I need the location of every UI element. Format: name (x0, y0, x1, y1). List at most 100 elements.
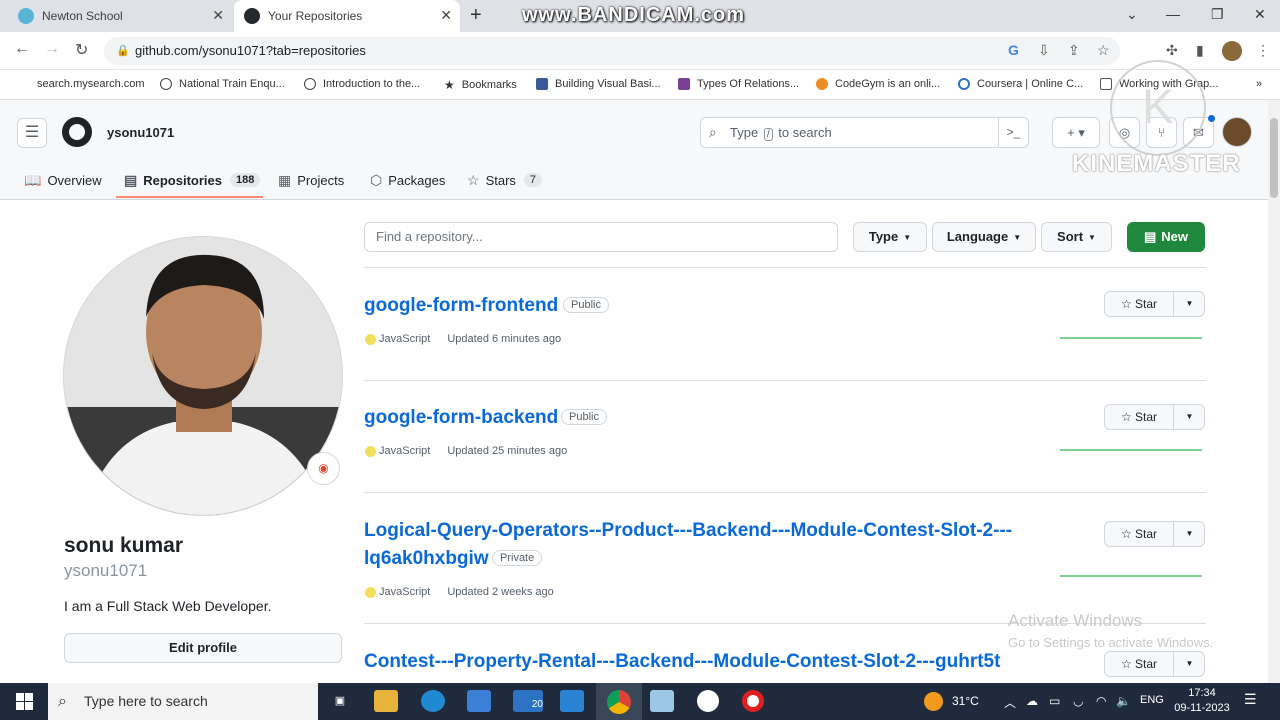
volume-icon[interactable]: 🔈 (1116, 694, 1131, 708)
weather-icon[interactable] (924, 692, 943, 711)
extensions-icon[interactable]: ✣ (1166, 42, 1178, 59)
github-logo-icon[interactable] (62, 117, 92, 147)
minimize-icon[interactable]: — (1166, 6, 1180, 22)
caret-down-icon: ▼ (1088, 232, 1096, 242)
visibility-badge: Public (561, 409, 607, 425)
url-field[interactable]: 🔒 github.com/ysonu1071?tab=repositories (104, 37, 1120, 65)
chrome-menu-icon[interactable]: ⋮ (1256, 42, 1270, 59)
back-icon[interactable]: ← (14, 40, 30, 58)
table-icon: ▦ (278, 171, 292, 188)
battery-icon[interactable]: ▭ (1049, 694, 1060, 708)
tab-newton-school[interactable]: Newton School ✕ (8, 0, 232, 32)
repo-meta: JavaScript Updated 6 minutes ago (365, 333, 561, 345)
close-tab-icon[interactable]: ✕ (212, 7, 224, 24)
google-icon[interactable]: G (1008, 42, 1019, 58)
temperature[interactable]: 31°C (952, 694, 979, 708)
tab-your-repositories[interactable]: Your Repositories ✕ (234, 0, 460, 32)
star-dropdown-icon[interactable]: ▼ (1173, 522, 1205, 546)
file-explorer-icon[interactable] (374, 690, 398, 712)
tab-stars[interactable]: ☆ Stars 7 (467, 160, 543, 200)
star-dropdown-icon[interactable]: ▼ (1173, 652, 1205, 676)
windows-start-icon[interactable] (16, 693, 33, 710)
language-filter-button[interactable]: Language ▼ (932, 222, 1036, 252)
repo-name-link[interactable]: Contest---Property-Rental---Backend---Mo… (364, 651, 1000, 673)
sort-filter-button[interactable]: Sort ▼ (1041, 222, 1112, 252)
visibility-badge: Public (563, 297, 609, 313)
star-button[interactable]: ☆ Star ▼ (1104, 291, 1205, 317)
record-icon[interactable] (742, 690, 764, 712)
bookmark-item[interactable]: Building Visual Basi... (536, 78, 661, 90)
profile-name: sonu kumar (64, 534, 184, 557)
star-button[interactable]: ☆ Star ▼ (1104, 651, 1205, 677)
kinemaster-logo: K (1110, 60, 1206, 156)
edge-icon[interactable] (421, 690, 445, 712)
bookmark-item[interactable]: National Train Enqu... (160, 78, 285, 90)
repo-name-link[interactable]: google-form-frontend (364, 295, 558, 317)
menu-icon[interactable]: ☰ (17, 118, 47, 148)
wifi-icon[interactable]: ◠ (1096, 694, 1106, 708)
notepad-icon[interactable] (650, 690, 674, 712)
bookmark-item[interactable]: ★ Bookmarks (444, 78, 517, 92)
star-dropdown-icon[interactable]: ▼ (1173, 292, 1205, 316)
reload-icon[interactable]: ↻ (75, 40, 88, 60)
repo-name-link-continued[interactable]: lq6ak0hxbgiw (364, 548, 489, 570)
new-repository-button[interactable]: ▤ New (1127, 222, 1205, 252)
onedrive-icon[interactable]: ☁ (1026, 694, 1038, 708)
close-tab-icon[interactable]: ✕ (440, 7, 452, 24)
caret-down-icon: ▼ (903, 232, 912, 242)
caret-down-icon: ▼ (1013, 232, 1022, 242)
tab-projects[interactable]: ▦ Projects (278, 160, 344, 200)
bookmark-item[interactable]: Introduction to the... (304, 78, 420, 90)
notification-center-icon[interactable]: ☰ (1244, 691, 1257, 708)
star-button[interactable]: ☆ Star ▼ (1104, 404, 1205, 430)
tray-chevron-icon[interactable]: ︿ (1004, 694, 1016, 711)
repo-name-link[interactable]: google-form-backend (364, 407, 558, 429)
notification-dot (1208, 115, 1215, 122)
vscode-icon[interactable] (560, 690, 584, 712)
tab-repositories[interactable]: ▤ Repositories 188 (124, 160, 261, 200)
edit-profile-button[interactable]: Edit profile (64, 633, 342, 663)
new-tab-button[interactable]: + (470, 4, 482, 27)
header-username[interactable]: ysonu1071 (107, 125, 174, 140)
bookmark-item[interactable]: search.mysearch.com (37, 78, 145, 90)
more-bookmarks-icon[interactable]: » (1256, 78, 1262, 90)
status-emoji-icon[interactable]: ◉ (307, 452, 340, 485)
find-repository-input[interactable]: Find a repository... (364, 222, 838, 252)
user-avatar[interactable] (1222, 117, 1252, 147)
taskbar-search-input[interactable]: ⌕ Type here to search (48, 683, 318, 720)
site-icon (678, 78, 690, 90)
language-indicator[interactable]: ENG (1140, 694, 1164, 706)
type-filter-button[interactable]: Type ▼ (853, 222, 927, 252)
bookmark-star-icon[interactable]: ☆ (1097, 42, 1110, 59)
search-input[interactable]: ⌕ Type / to search >_ (700, 117, 1029, 148)
restore-icon[interactable]: ❐ (1211, 6, 1224, 23)
tab-search-icon[interactable]: ⌄ (1126, 6, 1138, 23)
tab-packages[interactable]: ⬡ Packages (370, 160, 445, 200)
star-icon: ☆ (1120, 410, 1132, 424)
clock[interactable]: 17:34 09-11-2023 (1172, 686, 1232, 716)
mail-icon[interactable]: 20 (513, 690, 543, 712)
bookmark-item[interactable]: Coursera | Online C... (958, 78, 1083, 90)
side-panel-icon[interactable]: ▮ (1196, 42, 1204, 59)
command-palette-icon[interactable]: >_ (998, 118, 1028, 147)
chrome-profile-avatar[interactable] (1222, 41, 1242, 61)
star-button[interactable]: ☆ Star ▼ (1104, 521, 1205, 547)
tab-overview[interactable]: 📖 Overview (24, 160, 102, 200)
bookmark-item[interactable]: CodeGym is an onli... (816, 78, 940, 90)
store-icon[interactable] (467, 690, 491, 712)
install-icon[interactable]: ⇩ (1038, 42, 1050, 59)
share-icon[interactable]: ⇪ (1068, 42, 1080, 59)
close-window-icon[interactable]: ✕ (1254, 6, 1266, 23)
forward-icon[interactable]: → (44, 40, 60, 58)
scrollbar-thumb[interactable] (1270, 118, 1278, 198)
task-view-icon[interactable]: ▣ (328, 690, 352, 712)
network-icon[interactable]: ◡ (1073, 694, 1083, 708)
lock-icon: 🔒 (116, 45, 130, 57)
bookmark-item[interactable]: Types Of Relations... (678, 78, 799, 90)
chrome-taskbar-button[interactable] (596, 683, 642, 720)
app-icon[interactable] (697, 690, 719, 712)
star-dropdown-icon[interactable]: ▼ (1173, 405, 1205, 429)
repo-name-link[interactable]: Logical-Query-Operators--Product---Backe… (364, 520, 1012, 542)
profile-avatar[interactable] (63, 236, 343, 516)
create-new-button[interactable]: + ▾ (1052, 117, 1100, 148)
